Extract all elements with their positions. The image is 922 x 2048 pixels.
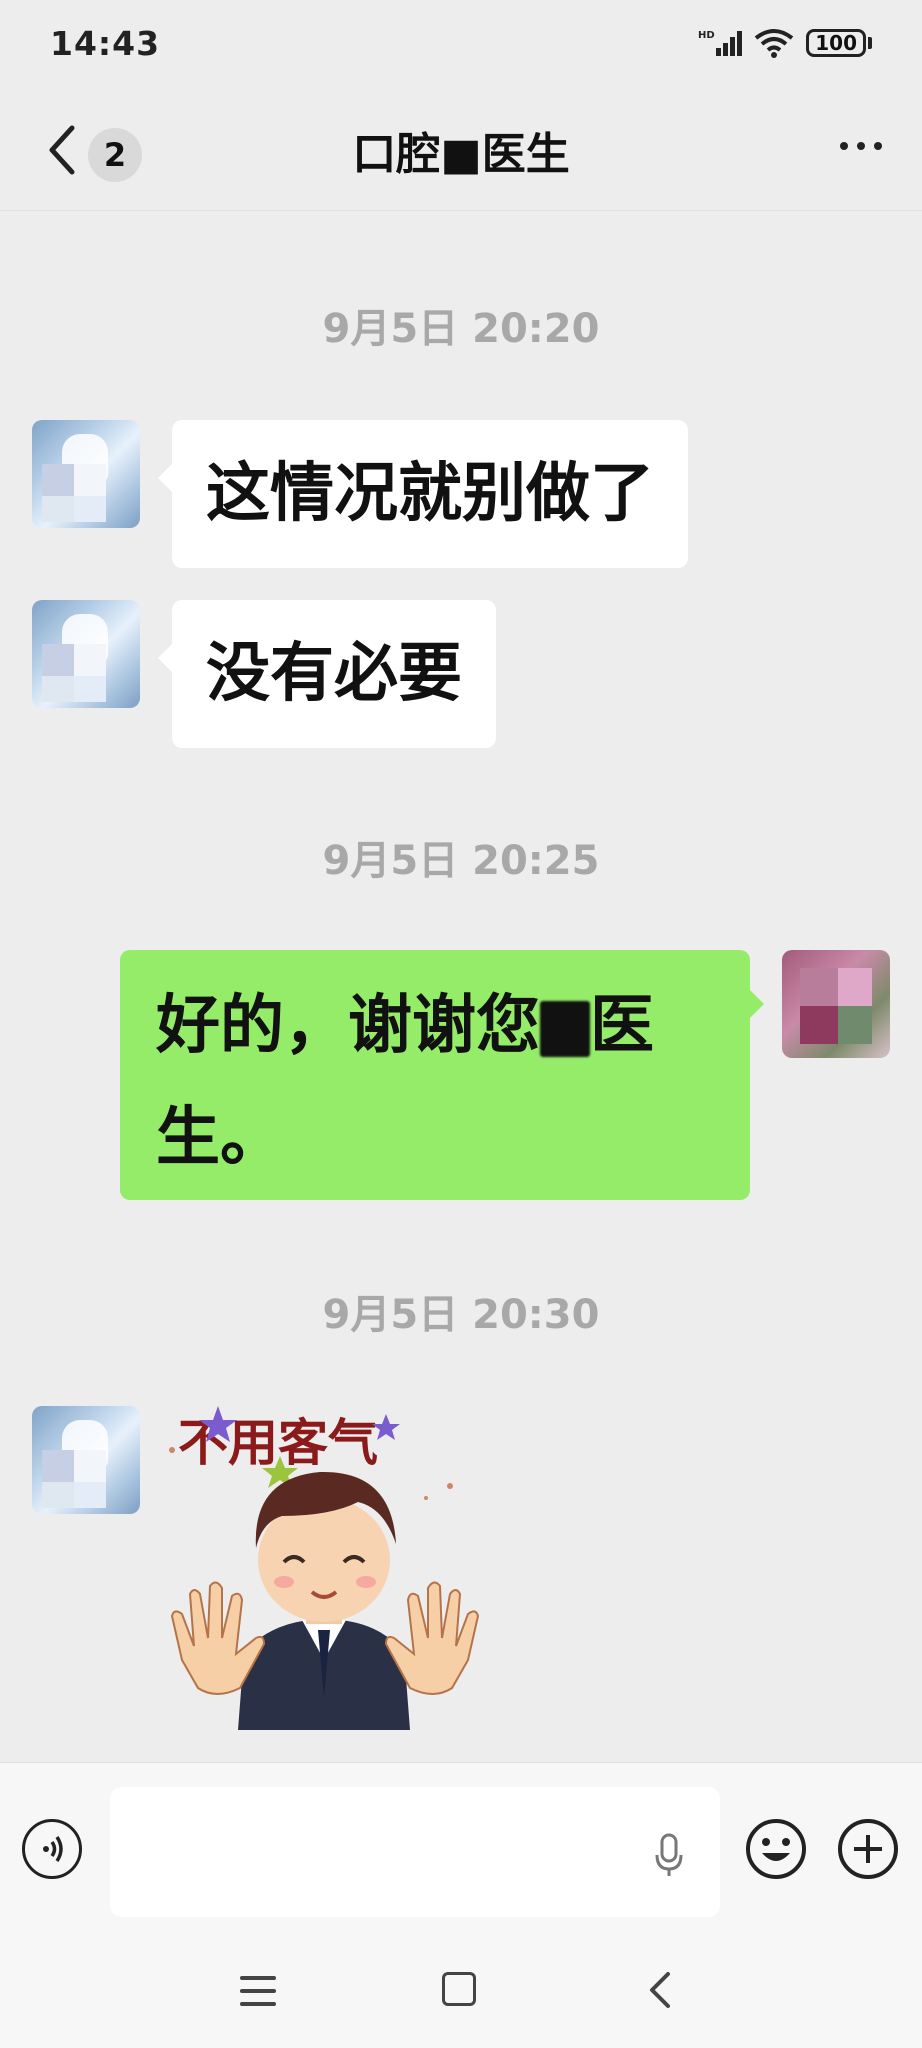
- nav-menu-icon[interactable]: [240, 1974, 276, 2008]
- nav-back-icon[interactable]: [646, 1970, 674, 2010]
- more-icon[interactable]: [840, 142, 882, 150]
- plus-icon[interactable]: [836, 1817, 900, 1881]
- doctor-avatar[interactable]: [32, 1406, 140, 1514]
- input-bar: [0, 1762, 922, 1923]
- system-nav-bar: [0, 1922, 922, 2048]
- message-timestamp: 9月5日 20:30: [322, 1292, 600, 1338]
- message-timestamp: 9月5日 20:20: [322, 306, 600, 352]
- nav-home-icon[interactable]: [442, 1972, 476, 2006]
- mic-icon[interactable]: [654, 1833, 684, 1877]
- status-icons: HD 100: [698, 28, 872, 58]
- message-timestamp: 9月5日 20:25: [322, 838, 600, 884]
- battery-tip: [868, 37, 872, 49]
- signal-icon: HD: [698, 30, 743, 56]
- sticker-image[interactable]: 不用客气: [160, 1398, 490, 1730]
- message-bubble-doctor[interactable]: 没有必要: [158, 600, 496, 748]
- my-avatar[interactable]: [782, 950, 890, 1058]
- doctor-avatar[interactable]: [32, 600, 140, 708]
- message-bubble-doctor[interactable]: 这情况就别做了: [158, 420, 688, 568]
- redaction-block: [540, 1001, 590, 1058]
- doctor-avatar[interactable]: [32, 420, 140, 528]
- message-input[interactable]: [110, 1787, 720, 1917]
- wifi-icon: [755, 29, 794, 58]
- voice-icon[interactable]: [22, 1819, 82, 1879]
- status-time: 14:43: [50, 24, 161, 63]
- message-text-part: 好的，谢谢您: [156, 989, 540, 1063]
- network-type: HD: [698, 30, 715, 41]
- chat-title: 口腔■医生: [352, 129, 570, 180]
- emoji-icon[interactable]: [744, 1817, 808, 1881]
- message-bubble-me[interactable]: 好的，谢谢您 医生。: [120, 950, 764, 1200]
- battery-indicator: 100: [806, 29, 866, 57]
- chat-header: 2 口腔■医生: [0, 92, 922, 211]
